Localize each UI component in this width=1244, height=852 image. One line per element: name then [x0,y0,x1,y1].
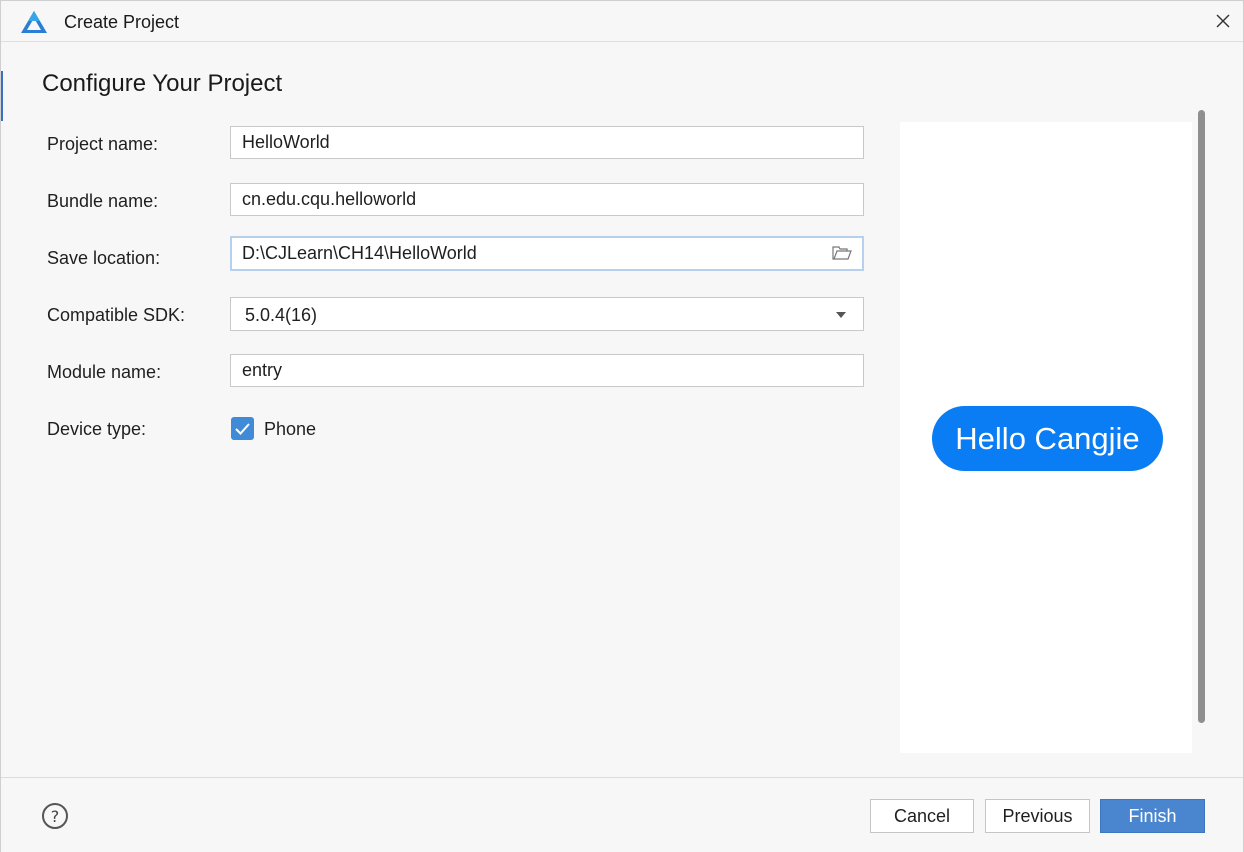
folder-icon[interactable] [832,245,852,261]
compatible-sdk-value: 5.0.4(16) [245,305,318,325]
phone-checkbox-label[interactable]: Phone [264,419,316,440]
module-name-input[interactable] [231,355,863,386]
bundle-name-label: Bundle name: [47,191,159,211]
compatible-sdk-select[interactable]: 5.0.4(16) [230,297,864,331]
window-title: Create Project [64,12,180,32]
phone-checkbox[interactable] [231,417,254,440]
compatible-sdk-label: Compatible SDK: [47,305,186,325]
deveco-logo-icon [21,11,47,33]
create-project-dialog: Create Project Configure Your Project Pr… [0,0,1244,852]
dialog-footer: ? Cancel Previous Finish [1,777,1243,852]
title-bar: Create Project [1,1,1243,42]
help-icon[interactable]: ? [42,803,68,829]
cancel-button[interactable]: Cancel [870,799,974,833]
module-name-label: Module name: [47,362,162,382]
previous-button[interactable]: Previous [985,799,1090,833]
help-glyph: ? [50,806,60,826]
finish-button[interactable]: Finish [1100,799,1205,833]
preview-hello-button: Hello Cangjie [932,406,1163,471]
checkmark-icon [235,423,250,435]
side-accent [1,71,3,121]
module-name-field-box [230,354,864,387]
project-name-input[interactable] [231,127,863,158]
dropdown-arrow-icon [836,312,846,318]
bundle-name-field-box [230,183,864,216]
save-location-input[interactable] [232,238,862,269]
device-type-label: Device type: [47,419,147,439]
preview-scrollbar[interactable] [1198,110,1205,723]
bundle-name-input[interactable] [231,184,863,215]
project-name-field-box [230,126,864,159]
close-button[interactable] [1209,7,1237,35]
page-title: Configure Your Project [42,70,283,97]
device-preview-panel: Hello Cangjie [900,122,1192,753]
save-location-field-box [230,236,864,271]
project-name-label: Project name: [47,134,159,154]
save-location-label: Save location: [47,248,161,268]
close-icon [1216,14,1230,28]
